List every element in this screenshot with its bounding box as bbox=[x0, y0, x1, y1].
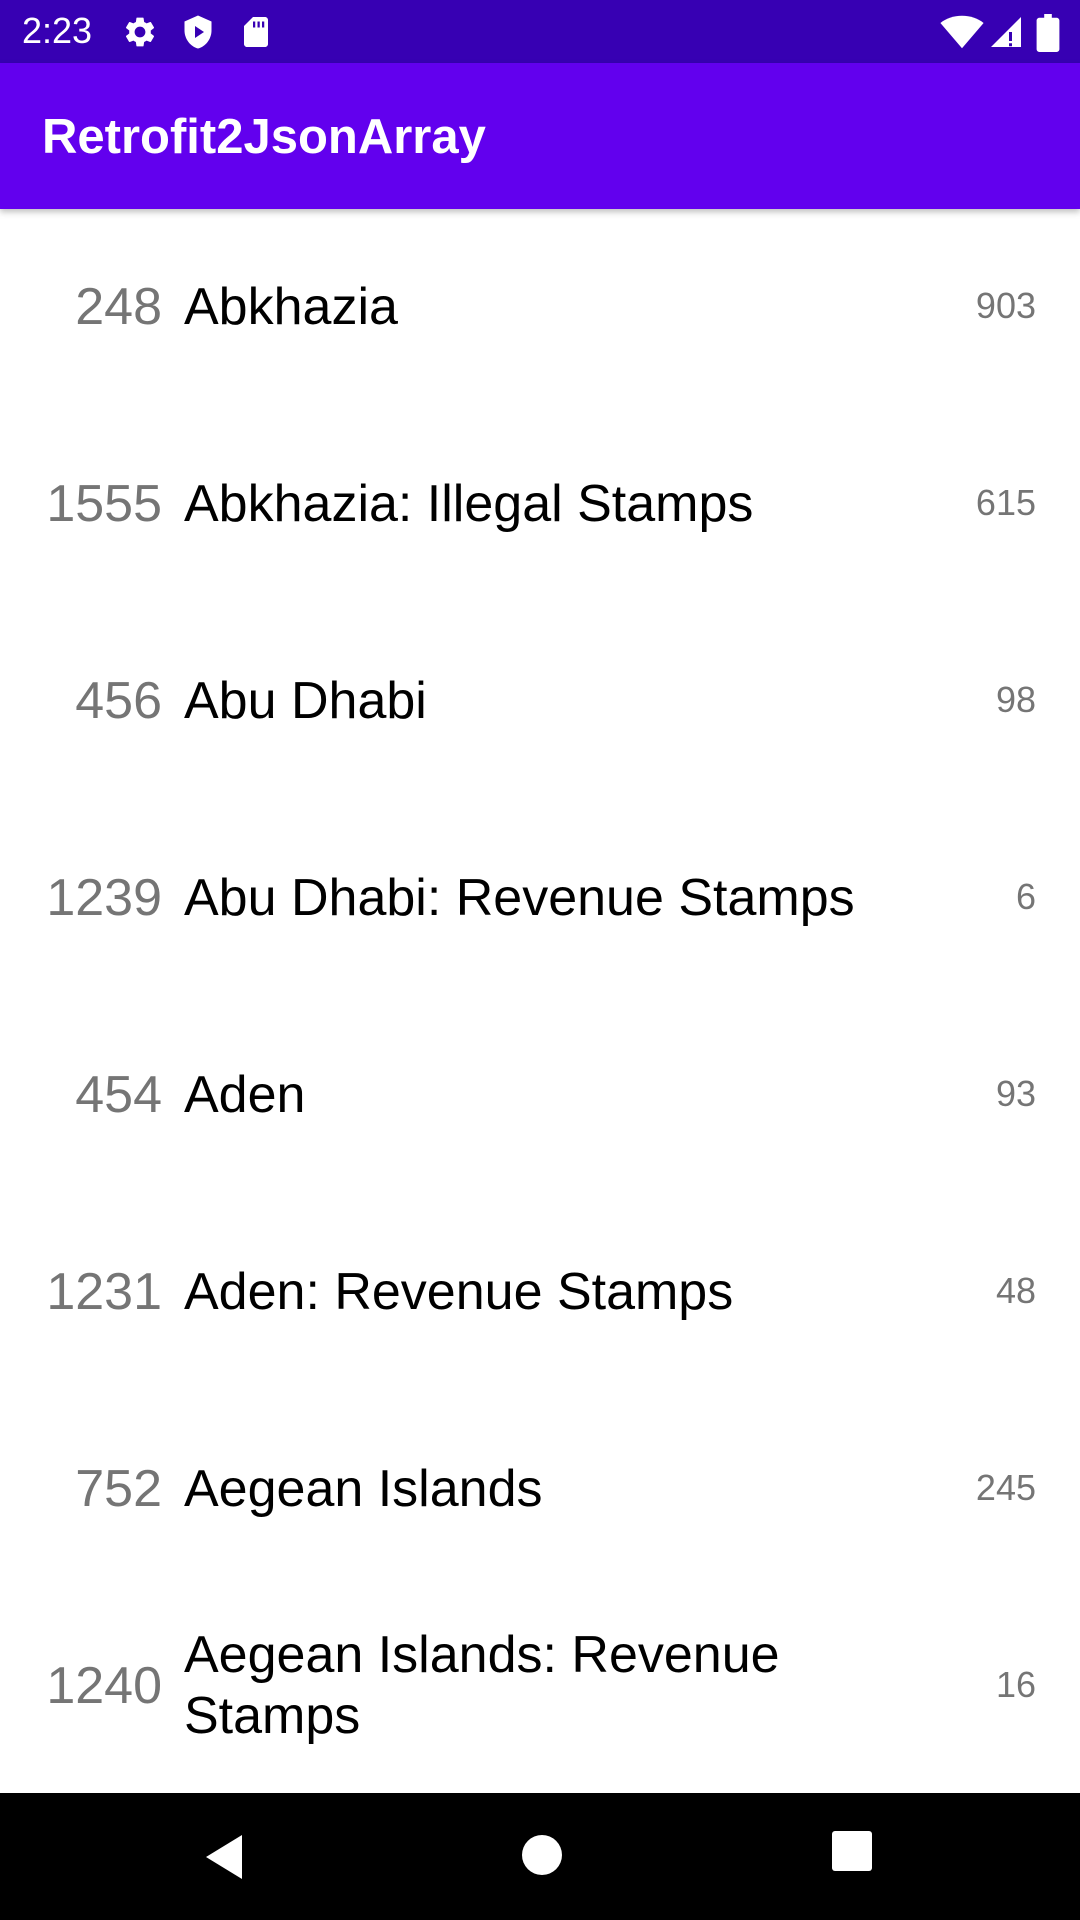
item-id: 248 bbox=[75, 278, 162, 336]
list-item[interactable]: 1231 Aden: Revenue Stamps 48 bbox=[0, 1194, 1080, 1391]
item-name: Abkhazia bbox=[184, 278, 398, 336]
wifi-icon bbox=[940, 15, 984, 49]
navigation-bar bbox=[0, 1793, 1080, 1920]
item-id: 1239 bbox=[46, 869, 162, 927]
item-count: 245 bbox=[975, 1467, 1036, 1508]
list-item[interactable]: 1555 Abkhazia: Illegal Stamps 615 bbox=[0, 406, 1080, 603]
list-item[interactable]: 248 Abkhazia 903 bbox=[0, 209, 1080, 406]
item-name: Aegean Islands bbox=[184, 1460, 543, 1518]
item-id: 1231 bbox=[46, 1263, 162, 1321]
app-bar: Retrofit2JsonArray bbox=[0, 63, 1080, 209]
battery-icon bbox=[1036, 14, 1060, 52]
app-title: Retrofit2JsonArray bbox=[42, 110, 486, 164]
item-name: Abkhazia: Illegal Stamps bbox=[184, 475, 754, 533]
item-id: 1555 bbox=[46, 475, 162, 533]
item-count: 93 bbox=[995, 1073, 1036, 1114]
item-id: 456 bbox=[75, 672, 162, 730]
item-count: 6 bbox=[1015, 876, 1036, 917]
item-name: Abu Dhabi bbox=[184, 672, 427, 730]
item-name: Aden: Revenue Stamps bbox=[184, 1263, 734, 1321]
country-list[interactable]: 248 Abkhazia 903 1555 Abkhazia: Illegal … bbox=[0, 209, 1080, 1793]
item-name: Aegean Islands: Revenue Stamps bbox=[184, 1626, 780, 1745]
item-id: 752 bbox=[75, 1460, 162, 1518]
item-count: 615 bbox=[975, 482, 1036, 523]
item-name: Abu Dhabi: Revenue Stamps bbox=[184, 869, 855, 927]
shield-play-icon bbox=[184, 15, 212, 49]
signal-icon bbox=[991, 17, 1021, 47]
item-name: Aden bbox=[184, 1066, 306, 1124]
back-icon[interactable] bbox=[200, 1829, 250, 1885]
gear-icon bbox=[125, 17, 155, 47]
status-bar: 2:23 bbox=[0, 0, 1080, 63]
list-item[interactable]: 1239 Abu Dhabi: Revenue Stamps 6 bbox=[0, 800, 1080, 997]
list-item[interactable]: 454 Aden 93 bbox=[0, 997, 1080, 1194]
item-count: 98 bbox=[995, 679, 1036, 720]
list-item[interactable]: 1240 Aegean Islands: Revenue Stamps 16 bbox=[0, 1588, 1080, 1785]
status-time: 2:23 bbox=[22, 10, 93, 51]
recents-icon[interactable] bbox=[830, 1829, 874, 1873]
item-id: 1240 bbox=[46, 1657, 162, 1715]
home-icon[interactable] bbox=[518, 1831, 566, 1879]
item-id: 454 bbox=[75, 1066, 162, 1124]
list-item[interactable]: 752 Aegean Islands 245 bbox=[0, 1391, 1080, 1588]
item-count: 48 bbox=[995, 1270, 1036, 1311]
list-item[interactable]: 456 Abu Dhabi 98 bbox=[0, 603, 1080, 800]
sd-card-icon bbox=[244, 17, 268, 47]
item-count: 16 bbox=[995, 1664, 1036, 1705]
item-count: 903 bbox=[975, 285, 1036, 326]
